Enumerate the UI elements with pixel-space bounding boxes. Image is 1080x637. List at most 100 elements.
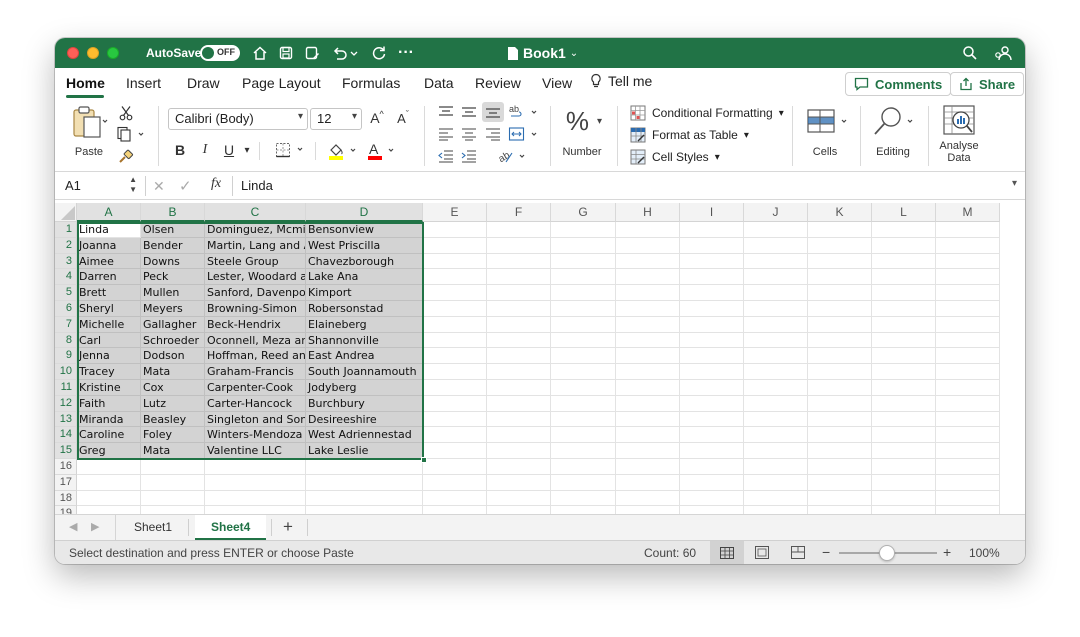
table-cell[interactable] <box>616 490 680 507</box>
table-cell[interactable]: Kristine <box>77 380 141 396</box>
table-cell[interactable] <box>423 237 487 254</box>
column-header[interactable]: B <box>141 203 205 222</box>
table-cell[interactable]: Browning-Simon <box>205 301 306 317</box>
table-cell[interactable] <box>423 253 487 270</box>
table-cell[interactable] <box>808 427 872 444</box>
table-cell[interactable] <box>872 332 936 349</box>
table-cell[interactable] <box>936 380 1000 396</box>
table-cell[interactable] <box>808 411 872 428</box>
table-cell[interactable] <box>936 506 1000 514</box>
table-cell[interactable] <box>205 506 306 514</box>
table-cell[interactable] <box>744 332 808 349</box>
column-header[interactable]: E <box>423 203 487 222</box>
decrease-font-size-icon[interactable]: Aˇ <box>393 109 413 127</box>
row-header[interactable]: 15 <box>55 443 77 459</box>
table-cell[interactable] <box>487 222 551 238</box>
table-cell[interactable] <box>487 364 551 380</box>
table-cell[interactable]: Cox <box>141 380 205 396</box>
table-cell[interactable]: West Adriennestad <box>306 427 423 444</box>
table-cell[interactable] <box>487 301 551 317</box>
align-right-icon[interactable] <box>484 125 502 143</box>
row-header[interactable]: 8 <box>55 332 77 349</box>
align-left-icon[interactable] <box>437 125 455 143</box>
table-cell[interactable] <box>423 222 487 238</box>
table-cell[interactable] <box>872 395 936 412</box>
table-cell[interactable]: Caroline <box>77 427 141 444</box>
tab-home[interactable]: Home <box>66 75 105 91</box>
table-cell[interactable] <box>551 380 616 396</box>
row-header[interactable]: 5 <box>55 285 77 301</box>
table-cell[interactable] <box>616 253 680 270</box>
table-cell[interactable]: Bensonview <box>306 222 423 238</box>
table-cell[interactable] <box>423 474 487 491</box>
table-cell[interactable] <box>141 506 205 514</box>
table-cell[interactable] <box>808 253 872 270</box>
table-cell[interactable] <box>306 506 423 514</box>
row-header[interactable]: 18 <box>55 490 77 507</box>
paste-button[interactable] <box>67 104 111 140</box>
table-cell[interactable] <box>808 380 872 396</box>
table-cell[interactable] <box>680 301 744 317</box>
table-cell[interactable] <box>487 506 551 514</box>
table-cell[interactable] <box>744 316 808 333</box>
table-cell[interactable] <box>423 380 487 396</box>
document-title[interactable]: Book1 ⌄ <box>507 45 578 61</box>
table-cell[interactable] <box>872 411 936 428</box>
table-cell[interactable] <box>205 459 306 475</box>
table-cell[interactable] <box>423 443 487 459</box>
table-cell[interactable]: Kimport <box>306 285 423 301</box>
table-cell[interactable] <box>872 364 936 380</box>
fill-color-icon[interactable] <box>325 140 361 162</box>
table-cell[interactable]: South Joannamouth <box>306 364 423 380</box>
table-cell[interactable] <box>487 443 551 459</box>
cell-styles-button[interactable]: Cell Styles ▾ <box>630 149 720 165</box>
sheet-tab-sheet4[interactable]: Sheet4 <box>195 515 267 540</box>
sheet-tab-sheet1[interactable]: Sheet1 <box>118 515 188 540</box>
table-cell[interactable] <box>744 380 808 396</box>
table-cell[interactable]: Sheryl <box>77 301 141 317</box>
wrap-text-icon[interactable]: ab <box>507 103 541 121</box>
table-cell[interactable] <box>423 395 487 412</box>
table-cell[interactable]: Lake Ana <box>306 269 423 286</box>
table-cell[interactable]: Lester, Woodard and <box>205 269 306 286</box>
column-header[interactable]: A <box>77 203 141 222</box>
table-cell[interactable] <box>487 253 551 270</box>
table-cell[interactable] <box>936 253 1000 270</box>
table-cell[interactable] <box>936 427 1000 444</box>
table-cell[interactable] <box>936 348 1000 365</box>
table-cell[interactable] <box>744 474 808 491</box>
row-header[interactable]: 4 <box>55 269 77 286</box>
table-cell[interactable] <box>872 443 936 459</box>
table-cell[interactable] <box>487 474 551 491</box>
expand-formula-bar-icon[interactable]: ▾ <box>1012 178 1017 189</box>
table-cell[interactable] <box>744 348 808 365</box>
table-cell[interactable] <box>936 285 1000 301</box>
table-cell[interactable] <box>551 443 616 459</box>
zoom-out-button[interactable]: − <box>822 544 830 560</box>
table-cell[interactable] <box>423 316 487 333</box>
table-cell[interactable] <box>680 253 744 270</box>
table-cell[interactable] <box>616 411 680 428</box>
table-cell[interactable]: Singleton and Sons <box>205 411 306 428</box>
align-middle-icon[interactable] <box>460 103 478 121</box>
table-cell[interactable]: Dodson <box>141 348 205 365</box>
row-header[interactable]: 13 <box>55 411 77 428</box>
align-top-icon[interactable] <box>437 103 455 121</box>
table-cell[interactable] <box>744 269 808 286</box>
column-header[interactable]: I <box>680 203 744 222</box>
row-header[interactable]: 2 <box>55 237 77 254</box>
row-header[interactable]: 6 <box>55 301 77 317</box>
row-header[interactable]: 10 <box>55 364 77 380</box>
redo-icon[interactable] <box>369 43 389 63</box>
table-cell[interactable] <box>744 222 808 238</box>
autosave-toggle[interactable]: OFF <box>200 45 240 61</box>
name-box-stepper-icon[interactable]: ▲ ▼ <box>129 175 137 195</box>
fill-handle[interactable] <box>421 457 427 463</box>
table-cell[interactable] <box>551 237 616 254</box>
table-cell[interactable] <box>423 506 487 514</box>
table-cell[interactable] <box>551 332 616 349</box>
column-header[interactable]: L <box>872 203 936 222</box>
table-cell[interactable]: Shannonville <box>306 332 423 349</box>
table-cell[interactable] <box>306 474 423 491</box>
underline-button[interactable]: U <box>221 141 237 159</box>
